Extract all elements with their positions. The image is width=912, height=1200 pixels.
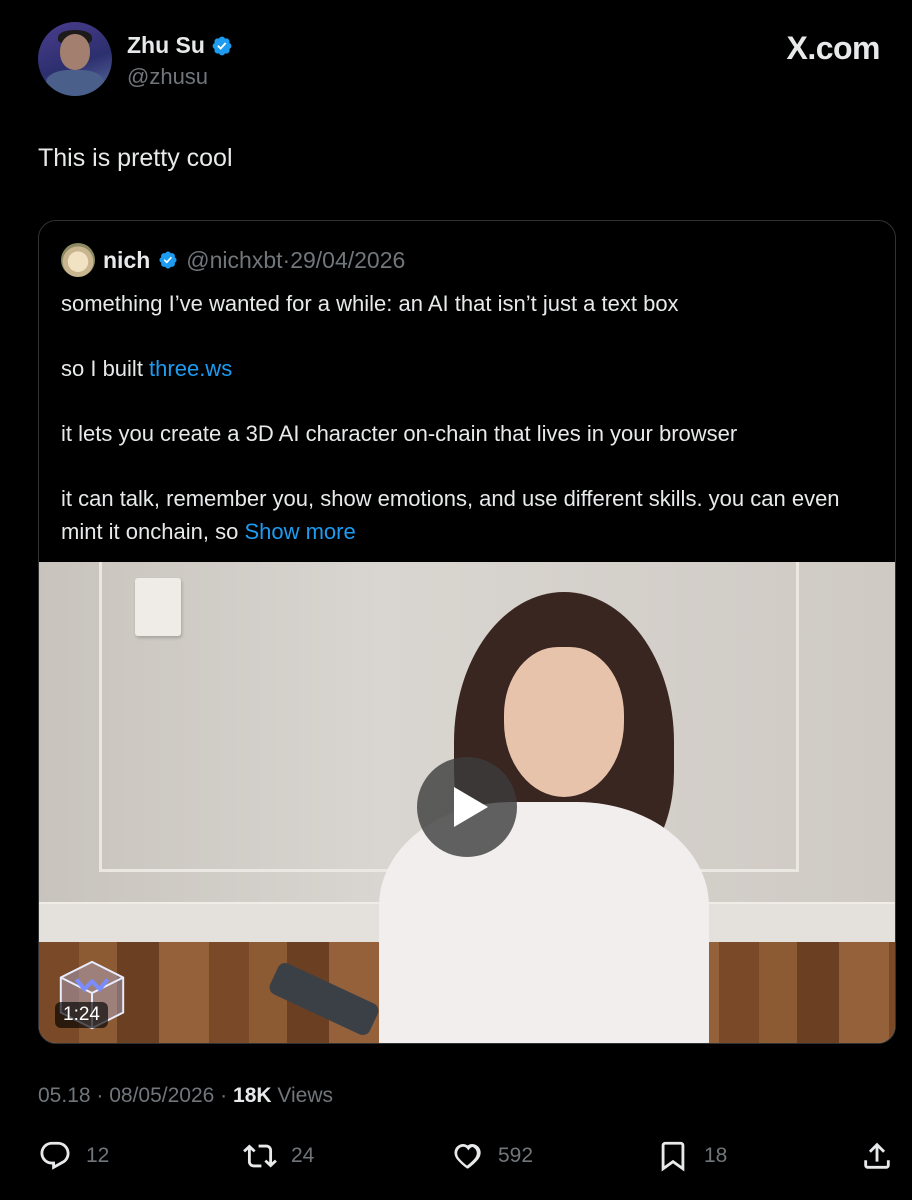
- quoted-tweet-body: something I’ve wanted for a while: an AI…: [61, 287, 871, 548]
- quoted-line-2-text: so I built: [61, 356, 150, 381]
- meta-separator: ·: [214, 1084, 234, 1107]
- like-button[interactable]: 592: [450, 1134, 533, 1178]
- repost-count: 24: [291, 1144, 315, 1167]
- quoted-tweet[interactable]: nich @nichxbt·29/04/2026 something I’ve …: [38, 220, 896, 1044]
- avatar-shirt: [46, 70, 104, 96]
- video-character-face: [504, 647, 624, 797]
- video-duration: 1:24: [55, 1002, 108, 1028]
- meta-separator: ·: [90, 1084, 110, 1107]
- reply-button[interactable]: 12: [38, 1134, 109, 1178]
- x-brand-logo: X.com: [786, 30, 880, 66]
- author-name-row: Zhu Su: [127, 32, 233, 59]
- quoted-date: 29/04/2026: [290, 246, 406, 273]
- reply-count: 12: [86, 1144, 110, 1167]
- play-button[interactable]: [417, 757, 517, 857]
- show-more-link[interactable]: Show more: [244, 519, 355, 544]
- bookmark-button[interactable]: 18: [656, 1134, 727, 1178]
- author-avatar[interactable]: [38, 22, 112, 96]
- action-bar: 12 24 592 18: [38, 1134, 896, 1178]
- bookmark-count: 18: [704, 1144, 728, 1167]
- bookmark-icon: [661, 1141, 685, 1172]
- quoted-handle-text: @nichxbt: [186, 246, 283, 273]
- quoted-author-name[interactable]: nich: [103, 247, 150, 274]
- like-count: 592: [498, 1144, 534, 1167]
- tweet-time[interactable]: 05.18: [38, 1084, 91, 1107]
- quoted-author-handle[interactable]: @nichxbt·29/04/2026: [186, 247, 405, 274]
- play-icon: [454, 787, 488, 827]
- tweet-header: Zhu Su @zhusu X.com: [38, 22, 880, 102]
- quoted-tweet-header: nich @nichxbt·29/04/2026: [61, 243, 405, 277]
- heart-icon: [454, 1143, 481, 1169]
- tweet-text: This is pretty cool: [38, 144, 233, 172]
- three-ws-link[interactable]: three.ws: [149, 356, 232, 381]
- quoted-author-avatar[interactable]: [61, 243, 95, 277]
- share-button[interactable]: [860, 1134, 894, 1178]
- author-display-name[interactable]: Zhu Su: [127, 32, 205, 59]
- avatar-face: [60, 34, 90, 70]
- quoted-line-1: something I’ve wanted for a while: an AI…: [61, 291, 679, 316]
- video-player[interactable]: 1:24: [39, 562, 895, 1043]
- repost-button[interactable]: 24: [243, 1134, 314, 1178]
- quoted-line-4-text: it can talk, remember you, show emotions…: [61, 486, 840, 544]
- quoted-line-3: it lets you create a 3D AI character on-…: [61, 421, 738, 446]
- tweet-date[interactable]: 08/05/2026: [109, 1084, 214, 1107]
- tweet-meta: 05.18 · 08/05/2026 · 18K Views: [38, 1084, 333, 1108]
- quoted-line-4: it can talk, remember you, show emotions…: [61, 482, 871, 548]
- views-label: Views: [271, 1084, 334, 1107]
- author-handle[interactable]: @zhusu: [127, 64, 208, 90]
- reply-icon: [40, 1141, 70, 1170]
- quoted-line-2: so I built three.ws: [61, 352, 871, 385]
- video-wall-switch: [135, 578, 181, 636]
- repost-icon: [243, 1144, 277, 1168]
- views-count[interactable]: 18K: [233, 1084, 272, 1107]
- share-icon: [864, 1142, 890, 1169]
- verified-badge-icon: [212, 36, 232, 55]
- verified-badge-icon: [159, 251, 177, 269]
